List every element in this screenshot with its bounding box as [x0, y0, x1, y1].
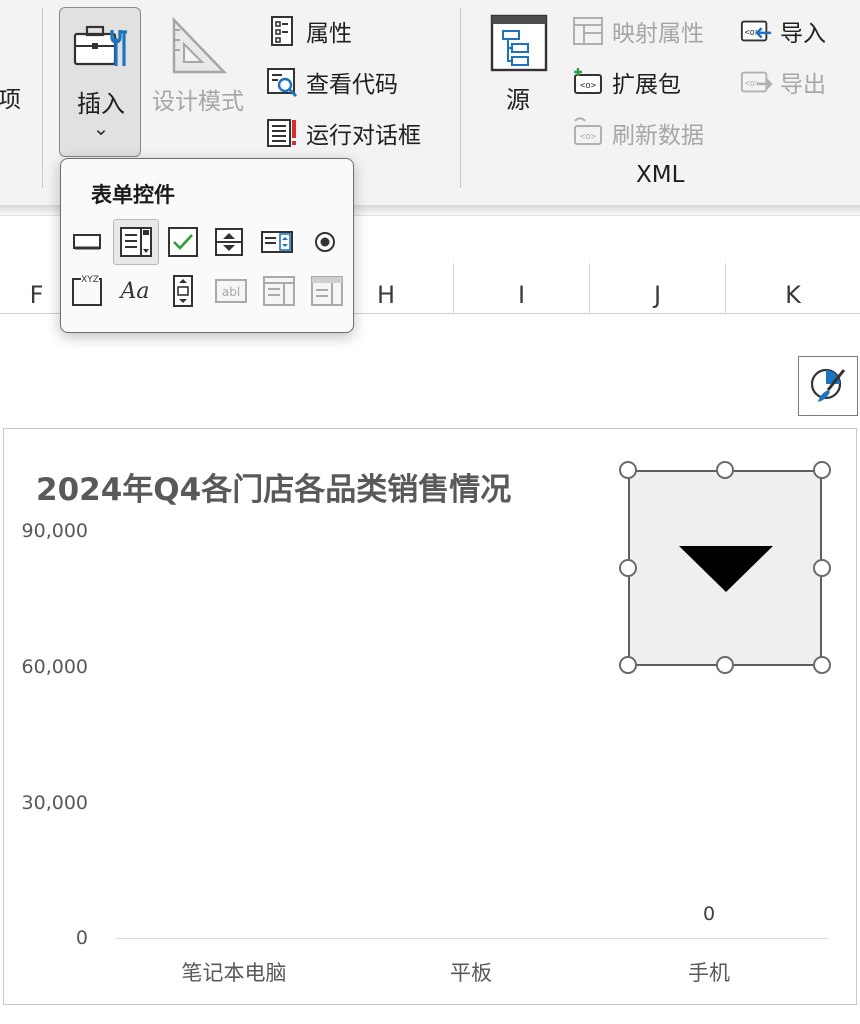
data-label: 0: [703, 903, 716, 925]
text-field-icon[interactable]: abl: [211, 271, 251, 311]
source-button[interactable]: 源: [488, 14, 550, 114]
resize-handle[interactable]: [716, 656, 734, 674]
map-properties-button[interactable]: 映射属性: [572, 14, 704, 48]
chevron-down-icon: ⌄: [92, 116, 110, 140]
expansion-pack-button[interactable]: <o> 扩展包: [572, 65, 681, 99]
x-tick-label: 笔记本电脑: [181, 961, 287, 985]
list-box-icon[interactable]: [257, 222, 297, 262]
scroll-bar-icon[interactable]: [163, 271, 203, 311]
dropdown-triangle-icon: [679, 546, 773, 592]
ruler-triangle-icon: [170, 16, 228, 76]
resize-handle[interactable]: [813, 559, 831, 577]
ribbon-separator: [42, 8, 43, 188]
toolbox-icon: [72, 22, 130, 72]
svg-text:abl: abl: [222, 285, 240, 299]
svg-text:XYZ: XYZ: [81, 275, 99, 285]
insert-controls-button[interactable]: 插入 ⌄: [59, 7, 141, 157]
export-icon: <o>: [740, 66, 772, 98]
design-mode-button[interactable]: 设计模式: [148, 10, 252, 120]
column-header-k[interactable]: K: [725, 263, 860, 313]
column-header-j[interactable]: J: [589, 263, 725, 313]
view-code-button[interactable]: 查看代码: [266, 65, 398, 99]
ribbon-separator: [460, 8, 461, 188]
properties-icon: [266, 15, 298, 47]
y-tick-label: 60,000: [21, 656, 88, 678]
chart-styles-button[interactable]: [798, 356, 858, 416]
import-label: 导入: [780, 21, 826, 47]
export-button[interactable]: <o> 导出: [740, 65, 826, 99]
run-dialog-icon: [266, 117, 298, 149]
form-controls-title: 表单控件: [91, 183, 175, 207]
y-tick-label: 90,000: [21, 520, 88, 542]
combo-list-edit-icon[interactable]: [259, 271, 299, 311]
y-tick-label: 30,000: [21, 792, 88, 814]
combo-dropdown-edit-icon[interactable]: [307, 271, 347, 311]
import-icon: <o>: [740, 15, 772, 47]
import-button[interactable]: <o> 导入: [740, 14, 826, 48]
combo-box-control[interactable]: [628, 470, 822, 666]
combo-box-icon[interactable]: [113, 219, 159, 265]
properties-label: 属性: [306, 21, 352, 47]
svg-text:Aa: Aa: [118, 279, 149, 304]
source-label: 源: [506, 86, 530, 114]
spin-button-icon[interactable]: [209, 222, 249, 262]
xml-group-label: XML: [636, 162, 685, 188]
view-code-icon: [266, 66, 298, 98]
run-dialog-button[interactable]: 运行对话框: [266, 116, 421, 150]
y-tick-label: 0: [75, 927, 88, 949]
map-properties-icon: [572, 15, 604, 47]
xml-source-icon: [490, 14, 548, 76]
resize-handle[interactable]: [619, 656, 637, 674]
properties-button[interactable]: 属性: [266, 14, 352, 48]
form-controls-dropdown: 表单控件 XYZ Aa abl: [60, 158, 354, 333]
insert-label: 插入: [77, 90, 125, 118]
expansion-pack-label: 扩展包: [612, 72, 681, 98]
refresh-data-icon: <o>: [572, 117, 604, 149]
view-code-label: 查看代码: [306, 72, 398, 98]
map-properties-label: 映射属性: [612, 21, 704, 47]
export-label: 导出: [780, 72, 826, 98]
resize-handle[interactable]: [619, 461, 637, 479]
chart-brush-icon: [808, 364, 848, 408]
group-box-icon[interactable]: XYZ: [67, 271, 107, 311]
run-dialog-label: 运行对话框: [306, 123, 421, 149]
chart-title[interactable]: 2024年Q4各门店各品类销售情况: [36, 464, 511, 509]
design-mode-label: 设计模式: [152, 89, 244, 115]
svg-text:<o>: <o>: [580, 81, 597, 91]
x-tick-label: 平板: [450, 961, 492, 985]
resize-handle[interactable]: [716, 461, 734, 479]
refresh-data-label: 刷新数据: [612, 123, 704, 149]
expansion-pack-icon: <o>: [572, 66, 604, 98]
button-icon[interactable]: [67, 222, 107, 262]
svg-text:<o>: <o>: [580, 132, 597, 142]
column-header-i[interactable]: I: [453, 263, 589, 313]
x-axis-line: [116, 938, 828, 939]
resize-handle[interactable]: [619, 559, 637, 577]
label-icon[interactable]: Aa: [115, 271, 155, 311]
x-tick-label: 手机: [688, 961, 730, 985]
resize-handle[interactable]: [813, 461, 831, 479]
resize-handle[interactable]: [813, 656, 831, 674]
option-button-icon[interactable]: [305, 222, 345, 262]
checkbox-icon[interactable]: [163, 222, 203, 262]
refresh-data-button[interactable]: <o> 刷新数据: [572, 116, 704, 150]
partial-ribbon-label: 项: [0, 87, 21, 113]
